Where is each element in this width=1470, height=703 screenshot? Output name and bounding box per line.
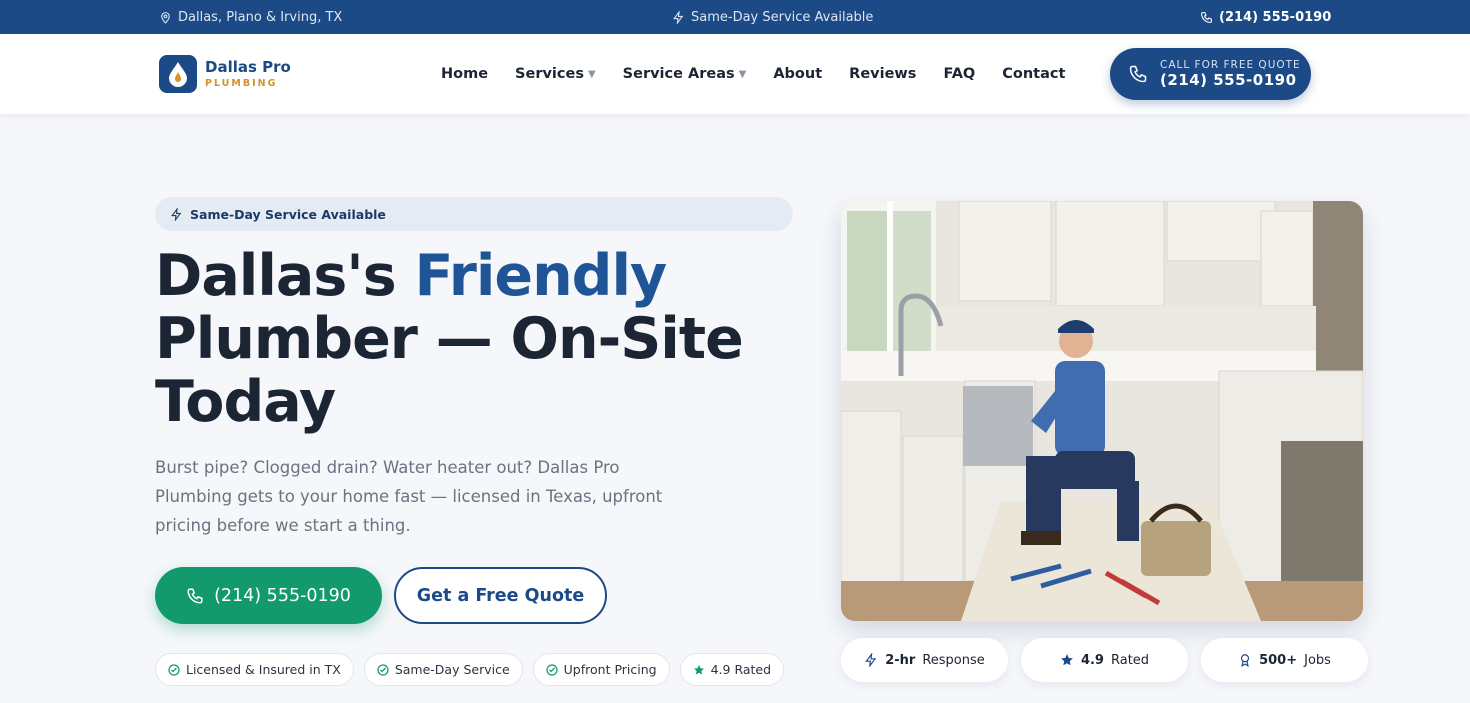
badge-same-day: Same-Day Service <box>363 653 523 686</box>
award-icon <box>1240 654 1250 667</box>
topbar-phone-text: (214) 555-0190 <box>1219 9 1332 25</box>
nav-faq[interactable]: FAQ <box>943 66 975 82</box>
stat-rated-label: Rated <box>1110 652 1150 668</box>
nav-reviews-label: Reviews <box>849 66 917 82</box>
pill-text: Same-Day Service Available <box>190 206 386 222</box>
lightning-icon <box>171 207 182 221</box>
nav-contact-label: Contact <box>1002 66 1066 82</box>
phone-icon <box>1201 11 1212 23</box>
phone-icon <box>1129 65 1147 83</box>
trust-badges: Licensed & Insured in TX Same-Day Servic… <box>155 653 785 686</box>
badge-same-day-label: Same-Day Service <box>394 662 510 677</box>
nav-faq-label: FAQ <box>943 66 976 82</box>
call-for-quote-button[interactable]: CALL FOR FREE QUOTE (214) 555-0190 <box>1110 48 1311 100</box>
nav-home[interactable]: Home <box>441 66 488 82</box>
hero-title-accent: Friendly <box>414 243 667 309</box>
hero-title-part2: Plumber — On-Site Today <box>155 306 744 435</box>
stat-response-label: Response <box>922 652 985 668</box>
lightning-icon <box>865 653 877 667</box>
stat-rated-value: 4.9 <box>1080 652 1104 668</box>
nav-services[interactable]: Services ▼ <box>515 66 596 82</box>
logo-name: Dallas Pro <box>205 57 291 76</box>
chevron-down-icon: ▼ <box>738 68 747 80</box>
badge-rated: 4.9 Rated <box>679 653 785 686</box>
hero-description: Burst pipe? Clogged drain? Water heater … <box>155 458 663 535</box>
topbar-location: Dallas, Plano & Irving, TX <box>159 0 342 34</box>
cta-caption: CALL FOR FREE QUOTE <box>1160 58 1301 71</box>
chevron-down-icon: ▼ <box>587 68 596 80</box>
logo[interactable]: Dallas Pro PLUMBING <box>159 55 291 93</box>
nav-about-label: About <box>773 66 823 82</box>
main-nav: Home Services ▼ Service Areas ▼ About Revi… <box>441 34 1092 114</box>
check-circle-icon <box>377 663 389 676</box>
topbar-same-day: Same-Day Service Available <box>672 0 873 34</box>
topbar-location-text: Dallas, Plano & Irving, TX <box>178 9 343 25</box>
star-icon <box>693 664 704 675</box>
star-icon <box>1061 654 1073 666</box>
stat-jobs-value: 500+ <box>1259 652 1298 668</box>
check-circle-icon <box>546 663 558 676</box>
free-quote-button[interactable]: Get a Free Quote <box>394 567 607 624</box>
free-quote-label: Get a Free Quote <box>416 585 585 606</box>
badge-upfront-pricing: Upfront Pricing <box>532 653 670 686</box>
nav-contact[interactable]: Contact <box>1002 66 1065 82</box>
topbar-same-day-text: Same-Day Service Available <box>691 9 874 25</box>
nav-reviews[interactable]: Reviews <box>849 66 916 82</box>
badge-upfront-pricing-label: Upfront Pricing <box>563 662 657 677</box>
cta-phone: (214) 555-0190 <box>1160 70 1297 89</box>
badge-rated-label: 4.9 Rated <box>710 662 772 677</box>
nav-about[interactable]: About <box>773 66 822 82</box>
stat-response-value: 2-hr <box>885 652 916 668</box>
badge-licensed: Licensed & Insured in TX <box>155 653 354 686</box>
same-day-pill: Same-Day Service Available <box>155 197 793 231</box>
check-circle-icon <box>168 663 180 676</box>
nav-services-label: Services <box>515 66 584 82</box>
nav-home-label: Home <box>441 66 489 82</box>
nav-service-areas-label: Service Areas <box>622 66 735 82</box>
site-header: Dallas Pro PLUMBING Home Services ▼ Servi… <box>0 34 1470 114</box>
hero-title: Dallas's Friendly Plumber — On-Site Today <box>155 245 775 434</box>
stat-jobs: 500+ Jobs <box>1201 638 1368 682</box>
stat-jobs-label: Jobs <box>1304 652 1331 668</box>
logo-subtitle: PLUMBING <box>205 77 278 89</box>
hero-title-part1: Dallas's <box>155 243 415 309</box>
stat-response: 2-hr Response <box>841 638 1008 682</box>
top-bar: Dallas, Plano & Irving, TX Same-Day Serv… <box>0 0 1470 34</box>
logo-drop-icon <box>159 55 197 93</box>
call-phone-button[interactable]: (214) 555-0190 <box>155 567 382 624</box>
stat-rated: 4.9 Rated <box>1021 638 1188 682</box>
topbar-phone-link[interactable]: (214) 555-0190 <box>1200 0 1331 34</box>
map-pin-icon <box>161 11 170 24</box>
phone-icon <box>187 588 203 604</box>
stats-row: 2-hr Response 4.9 Rated 500+ Jobs <box>841 638 1368 682</box>
call-phone-label: (214) 555-0190 <box>214 585 351 606</box>
badge-licensed-label: Licensed & Insured in TX <box>186 662 341 677</box>
nav-service-areas[interactable]: Service Areas ▼ <box>623 66 747 82</box>
hero-plumber-photo <box>841 201 1363 621</box>
lightning-icon <box>673 10 684 24</box>
